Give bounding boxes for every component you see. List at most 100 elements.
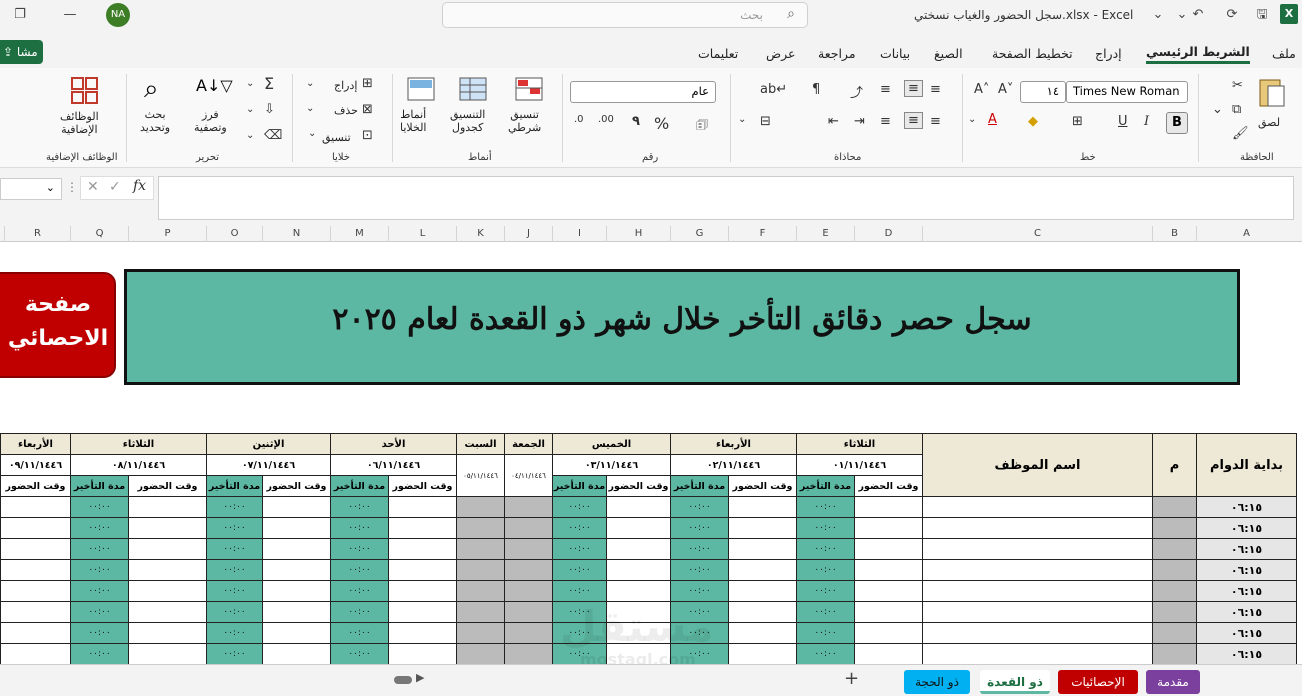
date-cell[interactable]: ٠٥/١١/١٤٤٦ [456,454,505,497]
undo-icon[interactable]: ↶ [1186,4,1210,26]
date-cell[interactable]: ٠٣/١١/١٤٤٦ [552,454,671,476]
late-duration-cell[interactable]: ٠٠:٠٠ [330,580,389,602]
employee-name-cell[interactable] [922,580,1153,602]
late-duration-cell[interactable]: ٠٠:٠٠ [552,580,607,602]
col-header[interactable]: D [854,226,922,242]
day-header[interactable]: الإثنين [206,433,331,455]
col-header[interactable]: Q [70,226,128,242]
attend-time-cell[interactable] [262,559,331,581]
col-header[interactable]: J [504,226,552,242]
work-start-cell[interactable]: ٠٦:١٥ [1196,622,1297,644]
cut-icon[interactable]: ✂ [1232,78,1243,93]
attend-time-cell[interactable] [728,643,797,664]
name-box-dropdown-icon[interactable]: ⌄ [46,181,55,194]
serial-header[interactable]: م [1152,433,1197,497]
late-duration-cell[interactable]: ٠٠:٠٠ [796,559,855,581]
attend-time-cell[interactable] [262,496,331,518]
work-start-cell[interactable]: ٠٦:١٥ [1196,559,1297,581]
late-duration-header[interactable]: مدة التأخير [552,475,607,497]
work-start-cell[interactable]: ٠٦:١٥ [1196,538,1297,560]
sort-filter-button[interactable]: A↓▽ فرز وتصفية [188,76,240,150]
addins-button[interactable]: الوظائف الإضافية [56,76,116,150]
sheet-tab-dhu-al-hijjah[interactable]: ذو الحجة [904,670,970,694]
late-duration-cell[interactable]: ٠٠:٠٠ [670,538,729,560]
increase-font-icon[interactable]: A˄ [974,82,989,97]
late-duration-cell[interactable]: ٠٠:٠٠ [670,496,729,518]
conditional-formatting-button[interactable]: تنسيق شرطي [506,76,554,150]
late-duration-cell[interactable]: ٠٠:٠٠ [330,517,389,539]
late-duration-cell[interactable]: ٠٠:٠٠ [206,559,263,581]
attend-time-cell[interactable] [388,580,457,602]
work-start-cell[interactable]: ٠٦:١٥ [1196,580,1297,602]
col-header[interactable]: I [552,226,606,242]
clear-dropdown-icon[interactable]: ⌄ [246,130,254,141]
fill-icon[interactable]: ⇩ [264,102,275,117]
col-header[interactable]: B [1152,226,1196,242]
attend-time-cell[interactable] [854,643,923,664]
col-header[interactable]: F [728,226,796,242]
weekend-cell[interactable] [504,538,553,560]
delete-cells-icon[interactable]: ⊠ [362,102,373,117]
late-duration-cell[interactable]: ٠٠:٠٠ [796,580,855,602]
late-duration-cell[interactable]: ٠٠:٠٠ [552,538,607,560]
attend-time-cell[interactable] [388,622,457,644]
weekend-cell[interactable] [456,538,505,560]
format-cells-icon[interactable]: ⊡ [362,128,373,143]
text-direction-icon[interactable]: ¶ [812,82,820,97]
attend-time-cell[interactable] [854,580,923,602]
attend-time-cell[interactable] [606,517,671,539]
late-duration-cell[interactable]: ٠٠:٠٠ [206,643,263,664]
attend-time-cell[interactable] [854,496,923,518]
serial-cell[interactable] [1152,580,1197,602]
attend-time-cell[interactable] [388,643,457,664]
col-header[interactable]: H [606,226,670,242]
attend-time-cell[interactable] [0,559,71,581]
bold-button[interactable]: B [1166,112,1188,134]
col-header[interactable]: P [128,226,206,242]
late-duration-header[interactable]: مدة التأخير [670,475,729,497]
late-duration-cell[interactable]: ٠٠:٠٠ [330,538,389,560]
day-header[interactable]: الخميس [552,433,671,455]
add-sheet-icon[interactable]: + [844,668,859,689]
late-duration-cell[interactable]: ٠٠:٠٠ [206,622,263,644]
attend-time-header[interactable]: وقت الحضور [606,475,671,497]
formula-input[interactable] [158,176,1294,220]
attend-time-cell[interactable] [854,538,923,560]
late-duration-cell[interactable]: ٠٠:٠٠ [670,559,729,581]
attend-time-cell[interactable] [128,517,207,539]
day-header[interactable]: الأربعاء [670,433,797,455]
insert-function-icon[interactable]: fx [133,178,146,194]
late-duration-cell[interactable]: ٠٠:٠٠ [330,643,389,664]
attend-time-cell[interactable] [388,601,457,623]
tab-home[interactable]: الشريط الرئيسي [1146,44,1250,64]
weekend-cell[interactable] [504,601,553,623]
attend-time-cell[interactable] [262,622,331,644]
late-duration-cell[interactable]: ٠٠:٠٠ [70,643,129,664]
attend-time-cell[interactable] [606,538,671,560]
underline-button[interactable]: U [1118,114,1128,129]
comma-style-icon[interactable]: ٩ [632,114,640,129]
attend-time-cell[interactable] [0,517,71,539]
format-cells-dropdown-icon[interactable]: ⌄ [308,128,316,139]
tab-file[interactable]: ملف [1272,46,1296,61]
attend-time-cell[interactable] [128,496,207,518]
attend-time-cell[interactable] [728,580,797,602]
weekend-cell[interactable] [504,643,553,664]
date-cell[interactable]: ٠٨/١١/١٤٤٦ [70,454,207,476]
col-header[interactable]: C [922,226,1152,242]
weekend-cell[interactable] [456,517,505,539]
paste-button[interactable]: لصق [1256,76,1292,136]
tab-help[interactable]: تعليمات [698,46,738,61]
late-duration-cell[interactable]: ٠٠:٠٠ [206,517,263,539]
fill-dropdown-icon[interactable]: ⌄ [246,104,254,115]
attend-time-cell[interactable] [128,601,207,623]
employee-name-cell[interactable] [922,643,1153,664]
decrease-font-icon[interactable]: A˅ [998,82,1013,97]
save-icon[interactable]: 🖫 [1250,4,1274,26]
date-cell[interactable]: ٠٢/١١/١٤٤٦ [670,454,797,476]
decrease-decimal-icon[interactable]: .00 [598,114,614,125]
late-duration-header[interactable]: مدة التأخير [330,475,389,497]
weekend-cell[interactable] [504,580,553,602]
name-box[interactable]: ⌄ [0,178,62,200]
attend-time-cell[interactable] [606,559,671,581]
